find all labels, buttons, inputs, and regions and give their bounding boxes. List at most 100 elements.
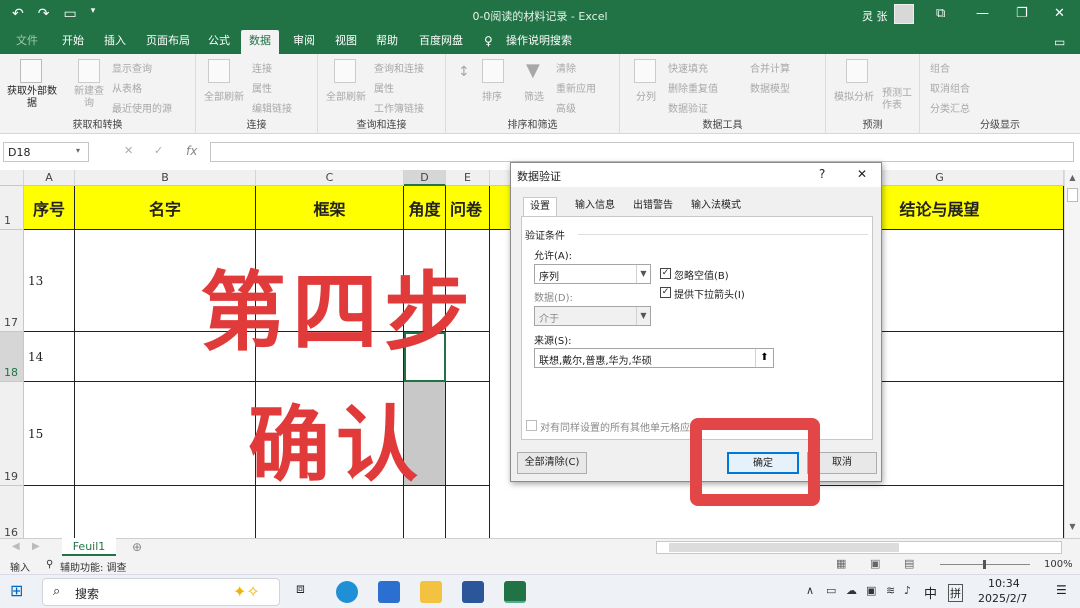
customize-icon[interactable]: ▾	[91, 6, 96, 22]
allow-select[interactable]: 序列 ▼	[534, 264, 651, 284]
volume-icon[interactable]: ♪	[904, 584, 911, 597]
maximize-icon[interactable]: ❐	[1016, 6, 1028, 21]
sort-az-icon[interactable]: ↕	[458, 64, 470, 80]
reapply-button[interactable]: 重新应用	[556, 80, 596, 95]
page-break-icon[interactable]: ▤	[904, 557, 914, 570]
get-data-button[interactable]: 获取外部数据	[6, 86, 58, 110]
tab-input-message[interactable]: 输入信息	[569, 197, 621, 217]
close-icon[interactable]: ✕	[1054, 6, 1065, 21]
cell-e16[interactable]	[446, 486, 490, 538]
tab-ime-mode[interactable]: 输入法模式	[685, 197, 747, 217]
data-model-button[interactable]: 数据模型	[750, 80, 790, 95]
ime-mode[interactable]: 拼	[948, 584, 963, 602]
accessibility-status[interactable]: 辅助功能: 调查	[60, 559, 127, 574]
filter-button[interactable]: 筛选	[524, 88, 544, 103]
tab-page-layout[interactable]: 页面布局	[138, 30, 198, 54]
insert-function-icon[interactable]: fx	[186, 144, 197, 158]
remove-duplicates-button[interactable]: 删除重复值	[668, 80, 718, 95]
col-header-c[interactable]: C	[256, 170, 404, 186]
group-button[interactable]: 组合	[930, 60, 950, 75]
onedrive-icon[interactable]: ☁	[846, 584, 857, 597]
taskbar-search[interactable]: ⌕ 搜索 ✦✧	[42, 578, 280, 606]
cell-b19[interactable]	[75, 382, 256, 486]
tray-chevron-icon[interactable]: ∧	[806, 584, 814, 597]
source-input[interactable]: 联想,戴尔,普惠,华为,华硕 ⬆	[534, 348, 774, 368]
queries-connections-button[interactable]: 查询和连接	[374, 60, 424, 75]
tab-insert[interactable]: 插入	[96, 30, 134, 54]
wifi-icon[interactable]: ≋	[886, 584, 895, 597]
col-header-b[interactable]: B	[75, 170, 256, 186]
header-cell-name[interactable]: 名字	[75, 186, 256, 230]
tab-data[interactable]: 数据	[241, 30, 279, 54]
properties-button[interactable]: 属性	[252, 80, 272, 95]
connections-button[interactable]: 连接	[252, 60, 272, 75]
enter-icon[interactable]: ✓	[154, 144, 163, 157]
show-queries-button[interactable]: 显示查询	[112, 60, 152, 75]
file-explorer-icon[interactable]	[420, 581, 442, 603]
scroll-up-icon[interactable]: ▲	[1067, 173, 1078, 185]
horizontal-scrollbar[interactable]	[656, 541, 1062, 554]
from-table-button[interactable]: 从表格	[112, 80, 142, 95]
tab-formulas[interactable]: 公式	[200, 30, 238, 54]
col-header-d[interactable]: D	[404, 170, 446, 186]
clock-time[interactable]: 10:34	[988, 577, 1020, 590]
in-cell-dropdown-checkbox[interactable]: ✓	[660, 287, 671, 298]
advanced-button[interactable]: 高级	[556, 100, 576, 115]
cell-e19[interactable]	[446, 382, 490, 486]
task-view-icon[interactable]: ⧈	[296, 581, 318, 603]
tab-settings[interactable]: 设置	[523, 197, 557, 217]
apply-all-checkbox[interactable]	[526, 420, 537, 431]
ribbon-display-icon[interactable]: ⧉	[936, 6, 945, 21]
sheet-prev-icon[interactable]: ◀	[12, 541, 20, 552]
row-header-19[interactable]: 19	[0, 382, 24, 486]
tab-file[interactable]: 文件	[8, 30, 46, 54]
clock-date[interactable]: 2025/2/7	[978, 592, 1027, 605]
add-sheet-icon[interactable]: ⊕	[132, 540, 142, 554]
edit-links-button[interactable]: 编辑链接	[252, 100, 292, 115]
notification-icon[interactable]: ☰	[1056, 583, 1067, 597]
row-header-18[interactable]: 18	[0, 332, 24, 382]
user-name[interactable]: 灵 张	[862, 8, 888, 24]
ungroup-button[interactable]: 取消组合	[930, 80, 970, 95]
ime-language[interactable]: 中	[924, 583, 937, 602]
header-cell-index[interactable]: 序号	[24, 186, 75, 230]
subtotal-button[interactable]: 分类汇总	[930, 100, 970, 115]
tab-baidu-netdisk[interactable]: 百度网盘	[411, 30, 471, 54]
display-icon[interactable]: ▣	[866, 584, 876, 597]
cell-g16[interactable]	[816, 486, 1064, 538]
col-header-e[interactable]: E	[446, 170, 490, 186]
text-to-columns-button[interactable]: 分列	[636, 88, 656, 103]
sheet-next-icon[interactable]: ▶	[32, 541, 40, 552]
col-header-a[interactable]: A	[24, 170, 75, 186]
tray-app-icon[interactable]: ▭	[826, 584, 836, 597]
edge-icon[interactable]	[336, 581, 358, 603]
cell-a18[interactable]: 14	[24, 332, 75, 382]
cell-a17[interactable]: 13	[24, 230, 75, 332]
tab-help[interactable]: 帮助	[368, 30, 406, 54]
select-all-corner[interactable]	[0, 170, 24, 186]
header-cell-framework[interactable]: 框架	[256, 186, 404, 230]
chevron-down-icon[interactable]: ▾	[76, 146, 80, 155]
zoom-slider-thumb[interactable]	[983, 560, 986, 569]
collapse-dialog-icon[interactable]: ⬆	[755, 349, 773, 367]
refresh-all-button[interactable]: 全部刷新	[204, 88, 244, 103]
consolidate-button[interactable]: 合并计算	[750, 60, 790, 75]
cell-a16[interactable]	[24, 486, 75, 538]
help-icon[interactable]: ?	[819, 167, 825, 181]
zoom-level[interactable]: 100%	[1044, 559, 1073, 570]
cancel-icon[interactable]: ✕	[124, 144, 133, 157]
tab-home[interactable]: 开始	[54, 30, 92, 54]
data-select[interactable]: 介于 ▼	[534, 306, 651, 326]
excel-icon[interactable]	[504, 581, 526, 603]
store-icon[interactable]	[378, 581, 400, 603]
comments-icon[interactable]: ▭	[1054, 35, 1065, 49]
new-query-button[interactable]: 新建查询	[72, 86, 106, 110]
forecast-sheet-button[interactable]: 预测工作表	[882, 88, 912, 112]
refresh-all-button[interactable]: 全部刷新	[326, 88, 366, 103]
sort-button[interactable]: 排序	[482, 88, 502, 103]
properties-button[interactable]: 属性	[374, 80, 394, 95]
cell-b16[interactable]	[75, 486, 256, 538]
scroll-down-icon[interactable]: ▼	[1067, 522, 1078, 534]
windows-start-icon[interactable]: ⊞	[10, 581, 23, 600]
flash-fill-button[interactable]: 快速填充	[668, 60, 708, 75]
